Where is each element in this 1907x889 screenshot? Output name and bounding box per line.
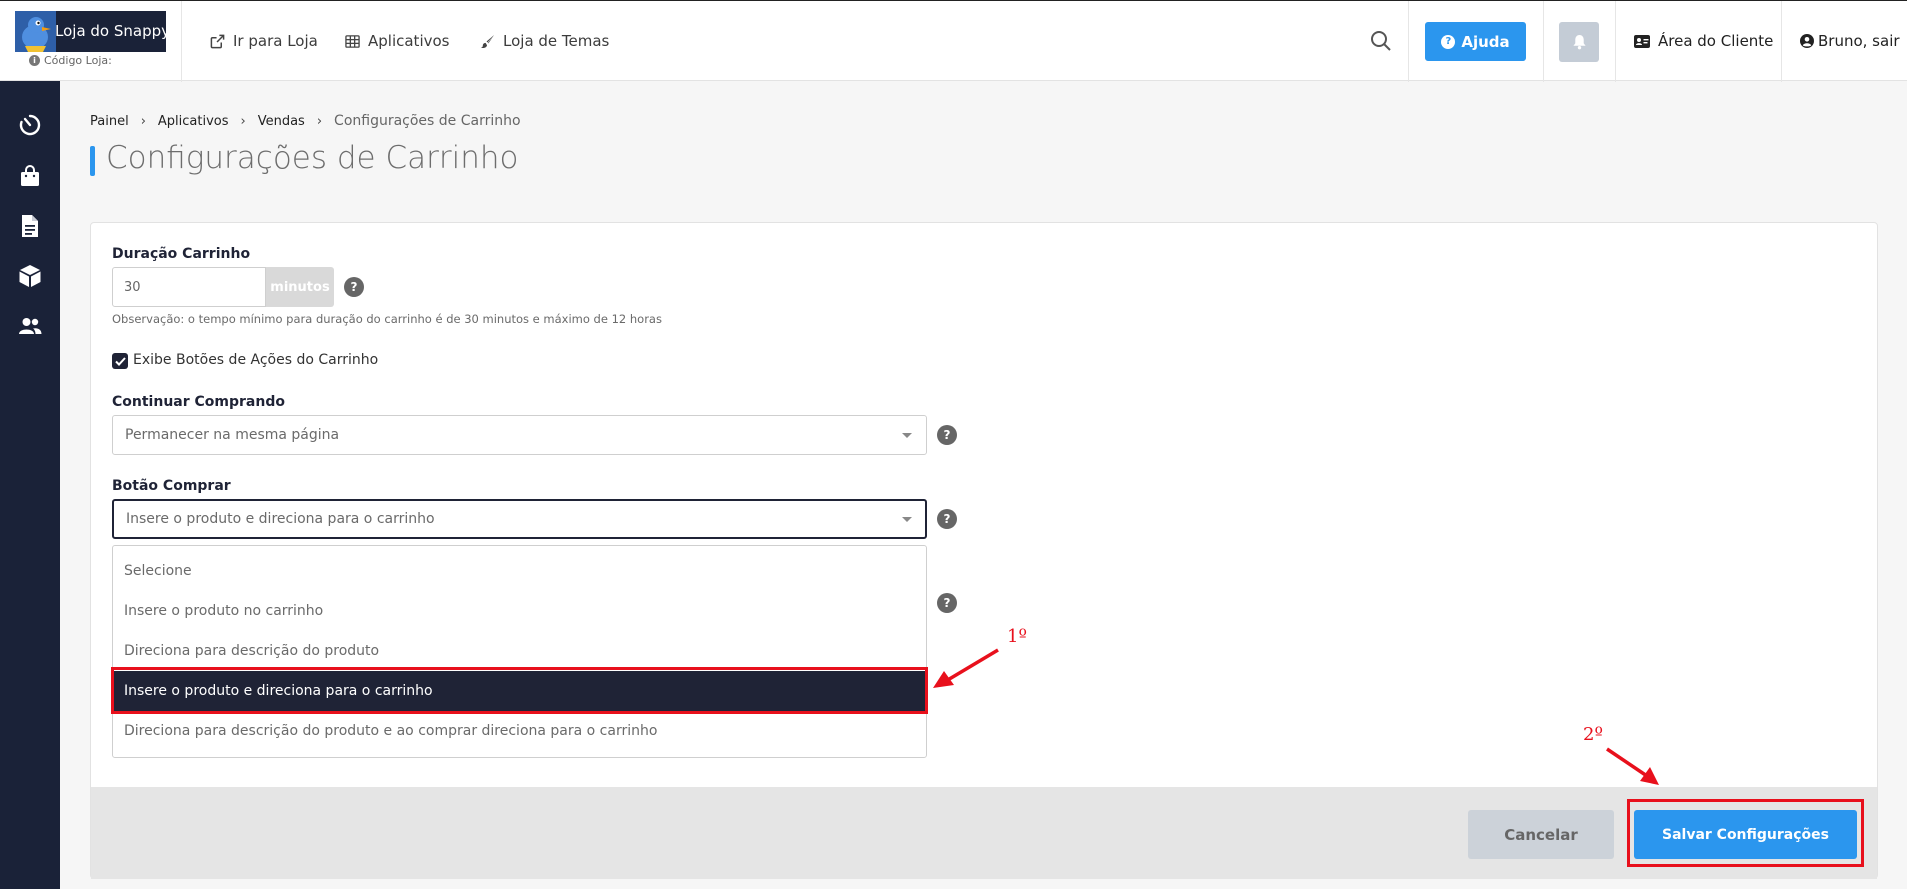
help-button[interactable]: ? Ajuda [1425, 22, 1526, 61]
divider [1781, 1, 1782, 82]
document-icon [22, 215, 38, 237]
store-code-label: Código Loja: [44, 54, 112, 67]
check-icon [114, 356, 126, 366]
sidebar-item-customers[interactable] [17, 313, 43, 339]
annotation-step-1: 1º [1007, 626, 1027, 647]
nav-apps[interactable]: Aplicativos [345, 32, 449, 50]
user-circle-icon [1800, 34, 1814, 48]
caret-down-icon [902, 433, 912, 438]
sidebar-item-orders[interactable] [17, 163, 43, 189]
notifications-button[interactable] [1559, 22, 1599, 62]
box-icon [19, 265, 41, 287]
divider [1543, 1, 1544, 82]
chevron-right-icon: › [316, 113, 323, 129]
save-settings-button[interactable]: Salvar Configurações [1634, 810, 1857, 859]
dropdown-option[interactable]: Direciona para descrição do produto e ao… [113, 711, 926, 751]
title-accent-bar [90, 146, 95, 176]
chevron-right-icon: › [140, 113, 146, 129]
grid-icon [345, 34, 360, 48]
select-value: Permanecer na mesma página [125, 427, 340, 443]
dashboard-gauge-icon [19, 114, 41, 136]
annotation-arrow-icon [933, 648, 999, 688]
sidebar [0, 81, 60, 889]
annotation-step-2: 2º [1583, 724, 1603, 745]
client-area-link[interactable]: Área do Cliente [1634, 32, 1773, 50]
breadcrumb: Painel › Aplicativos › Vendas › Configur… [90, 113, 521, 129]
help-icon[interactable]: ? [937, 425, 957, 445]
search-icon[interactable] [1370, 30, 1392, 52]
external-link-icon [210, 34, 225, 48]
cancel-button[interactable]: Cancelar [1468, 810, 1614, 859]
divider [1615, 1, 1616, 82]
duration-note: Observação: o tempo mínimo para duração … [112, 312, 662, 326]
top-bar: Loja do Snappy i Código Loja: Ir para Lo… [0, 0, 1907, 82]
continue-shopping-label: Continuar Comprando [112, 394, 285, 410]
id-card-icon [1634, 34, 1650, 48]
nav-label: Ir para Loja [233, 32, 318, 50]
sidebar-item-products[interactable] [17, 263, 43, 289]
breadcrumb-current: Configurações de Carrinho [334, 113, 521, 129]
dropdown-option[interactable]: Direciona para descrição do produto [113, 631, 926, 671]
breadcrumb-item-painel[interactable]: Painel [90, 114, 129, 129]
help-icon[interactable]: ? [937, 509, 957, 529]
info-icon: i [29, 55, 40, 66]
client-area-label: Área do Cliente [1658, 32, 1774, 50]
store-logo[interactable]: Loja do Snappy [15, 11, 170, 52]
show-actions-checkbox[interactable] [112, 353, 128, 369]
question-circle-icon: ? [1441, 34, 1456, 49]
show-actions-label[interactable]: Exibe Botões de Ações do Carrinho [133, 352, 378, 368]
divider [1408, 1, 1409, 82]
buy-button-dropdown: Selecione Insere o produto no carrinho D… [112, 545, 927, 758]
sidebar-item-dashboard[interactable] [17, 112, 43, 138]
help-icon[interactable]: ? [937, 593, 957, 613]
select-value: Insere o produto e direciona para o carr… [126, 511, 435, 527]
shopping-bag-icon [21, 165, 39, 186]
dropdown-option-selected[interactable]: Insere o produto e direciona para o carr… [113, 671, 926, 711]
divider [181, 1, 182, 82]
brush-icon [480, 34, 495, 48]
duration-unit-addon: minutos [266, 267, 334, 307]
nav-theme-store[interactable]: Loja de Temas [480, 32, 609, 50]
dropdown-option[interactable]: Selecione [113, 551, 926, 591]
help-icon[interactable]: ? [344, 277, 364, 297]
breadcrumb-item-vendas[interactable]: Vendas [258, 114, 305, 129]
continue-shopping-select[interactable]: Permanecer na mesma página [112, 415, 927, 455]
nav-go-to-store[interactable]: Ir para Loja [210, 32, 318, 50]
caret-down-icon [902, 517, 912, 522]
snappy-mascot-icon [15, 11, 56, 52]
logo-text: Loja do Snappy [55, 22, 171, 40]
users-icon [19, 318, 42, 334]
duration-input[interactable]: 30 [112, 267, 266, 307]
dropdown-option[interactable]: Insere o produto no carrinho [113, 591, 926, 631]
user-label: Bruno, sair [1818, 32, 1900, 50]
help-button-label: Ajuda [1461, 32, 1510, 51]
nav-label: Aplicativos [368, 32, 450, 50]
breadcrumb-item-aplicativos[interactable]: Aplicativos [158, 114, 229, 129]
annotation-arrow-icon [1606, 747, 1659, 785]
nav-label: Loja de Temas [503, 32, 610, 50]
buy-button-label: Botão Comprar [112, 478, 231, 494]
chevron-right-icon: › [240, 113, 246, 129]
bell-icon [1572, 34, 1586, 50]
sidebar-item-documents[interactable] [17, 213, 43, 239]
page-title: Configurações de Carrinho [106, 140, 519, 176]
user-logout-link[interactable]: Bruno, sair [1800, 32, 1900, 50]
store-code: i Código Loja: [29, 54, 112, 67]
buy-button-select[interactable]: Insere o produto e direciona para o carr… [112, 499, 927, 539]
duration-label: Duração Carrinho [112, 246, 251, 262]
